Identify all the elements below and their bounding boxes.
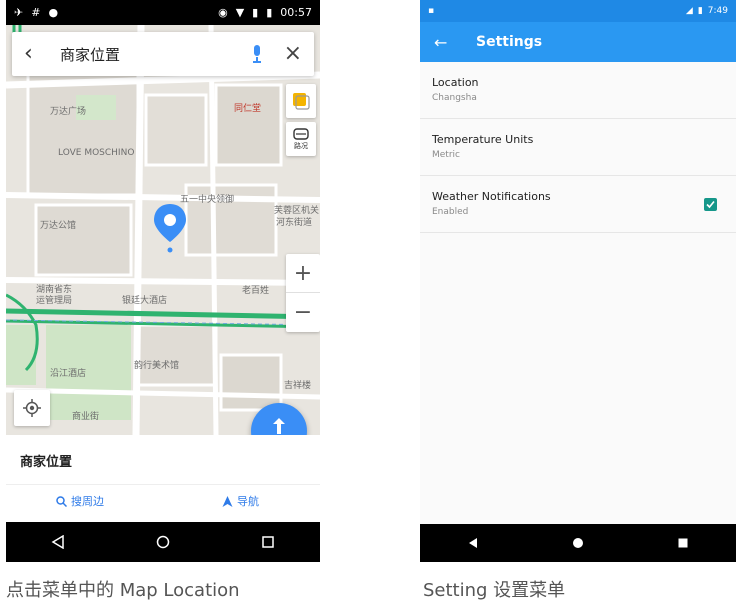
divider bbox=[6, 484, 320, 485]
crosshair-icon bbox=[23, 399, 41, 417]
nav-back-icon[interactable] bbox=[51, 535, 65, 549]
route-arrow-icon bbox=[273, 417, 285, 434]
notifications-checkbox[interactable] bbox=[704, 198, 717, 211]
search-nearby-button[interactable]: 搜周边 bbox=[56, 493, 104, 509]
place-sheet: 商家位置 搜周边 导航 bbox=[6, 435, 320, 522]
setting-summary: Metric bbox=[432, 150, 460, 160]
caption-settings: Setting 设置菜单 bbox=[423, 580, 566, 601]
nav-recents-icon[interactable] bbox=[677, 537, 689, 549]
traffic-icon bbox=[293, 127, 309, 140]
map-label: 商业街 bbox=[72, 412, 100, 422]
status-bar: ▪ ◢ ▮ 7:49 bbox=[420, 0, 736, 22]
map-label: 韵行美术馆 bbox=[134, 361, 180, 371]
setting-summary: Enabled bbox=[432, 207, 469, 217]
setting-title: Location bbox=[432, 76, 479, 89]
nav-back-icon[interactable] bbox=[467, 537, 479, 549]
navigation-arrow-icon bbox=[222, 495, 233, 507]
zoom-out-button[interactable]: − bbox=[286, 293, 320, 332]
setting-weather-notifications[interactable]: Weather Notifications Enabled bbox=[420, 176, 736, 233]
map-label: 万达广场 bbox=[50, 107, 87, 117]
map-label: 同仁堂 bbox=[234, 104, 262, 114]
navigate-label: 导航 bbox=[237, 495, 259, 508]
settings-screen: ▪ ◢ ▮ 7:49 ← Settings Location Changsha … bbox=[420, 0, 736, 562]
signal-icon: ▮ bbox=[252, 6, 259, 19]
map-label: 银廷大酒店 bbox=[122, 296, 168, 306]
setting-title: Weather Notifications bbox=[432, 190, 551, 203]
status-time: 00:57 bbox=[280, 6, 312, 19]
status-bar: ✈ # ● ◉ ▼ ▮ ▮ 00:57 bbox=[6, 0, 320, 25]
map-label: LOVE MOSCHINO bbox=[58, 148, 135, 158]
search-icon bbox=[56, 495, 67, 507]
search-nearby-label: 搜周边 bbox=[71, 495, 104, 508]
map-label: 五一中央领御 bbox=[180, 195, 235, 205]
map-label: 沿江酒店 bbox=[50, 369, 87, 379]
traffic-button[interactable]: 路况 bbox=[286, 122, 316, 156]
location-icon: ◉ bbox=[218, 6, 228, 19]
zoom-control: + − bbox=[286, 254, 320, 332]
notification-icon: ✈ bbox=[14, 6, 24, 19]
map-search-bar[interactable]: ‹ 商家位置 × bbox=[12, 32, 314, 76]
android-nav-bar bbox=[420, 524, 736, 562]
close-icon[interactable]: × bbox=[272, 43, 302, 65]
back-arrow-icon[interactable]: ‹ bbox=[24, 43, 50, 65]
map-label: 万达公馆 bbox=[40, 221, 77, 231]
setting-location[interactable]: Location Changsha bbox=[420, 62, 736, 119]
map-label: 吉祥楼 bbox=[284, 381, 312, 391]
navigate-button[interactable]: 导航 bbox=[222, 493, 259, 509]
nav-home-icon[interactable] bbox=[572, 537, 584, 549]
my-location-button[interactable] bbox=[14, 390, 50, 426]
caption-map: 点击菜单中的 Map Location bbox=[6, 580, 240, 601]
check-icon bbox=[706, 200, 715, 209]
map-label: 运管理局 bbox=[36, 296, 73, 306]
android-nav-bar bbox=[6, 522, 320, 562]
place-title: 商家位置 bbox=[20, 455, 73, 470]
signal-icon: ◢ bbox=[685, 6, 693, 16]
map-label: 老百姓 bbox=[242, 286, 270, 296]
map-label: 河东街道 bbox=[276, 218, 313, 228]
setting-title: Temperature Units bbox=[432, 133, 534, 146]
zoom-in-button[interactable]: + bbox=[286, 254, 320, 293]
nav-recents-icon[interactable] bbox=[261, 535, 275, 549]
battery-icon: ▮ bbox=[697, 6, 703, 16]
layers-icon bbox=[293, 93, 310, 110]
hash-icon: # bbox=[31, 6, 41, 19]
pin-notification-icon: ● bbox=[48, 6, 59, 19]
traffic-label: 路况 bbox=[294, 141, 308, 150]
layers-button[interactable] bbox=[286, 84, 316, 118]
map-pin-icon[interactable] bbox=[152, 202, 188, 254]
app-bar: ← Settings bbox=[420, 22, 736, 62]
microphone-icon[interactable] bbox=[242, 45, 272, 63]
page-title: Settings bbox=[476, 34, 543, 50]
wifi-icon: ▼ bbox=[235, 6, 245, 19]
map-screen: ✈ # ● ◉ ▼ ▮ ▮ 00:57 万达广场 同仁堂 LOVE MOSCHI… bbox=[6, 0, 320, 562]
setting-summary: Changsha bbox=[432, 93, 477, 103]
battery-icon: ▮ bbox=[266, 6, 273, 19]
setting-temperature-units[interactable]: Temperature Units Metric bbox=[420, 119, 736, 176]
nav-home-icon[interactable] bbox=[156, 535, 170, 549]
back-arrow-icon[interactable]: ← bbox=[434, 33, 464, 52]
status-time: 7:49 bbox=[707, 6, 728, 16]
sd-card-icon: ▪ bbox=[428, 6, 435, 16]
search-title: 商家位置 bbox=[60, 45, 121, 64]
